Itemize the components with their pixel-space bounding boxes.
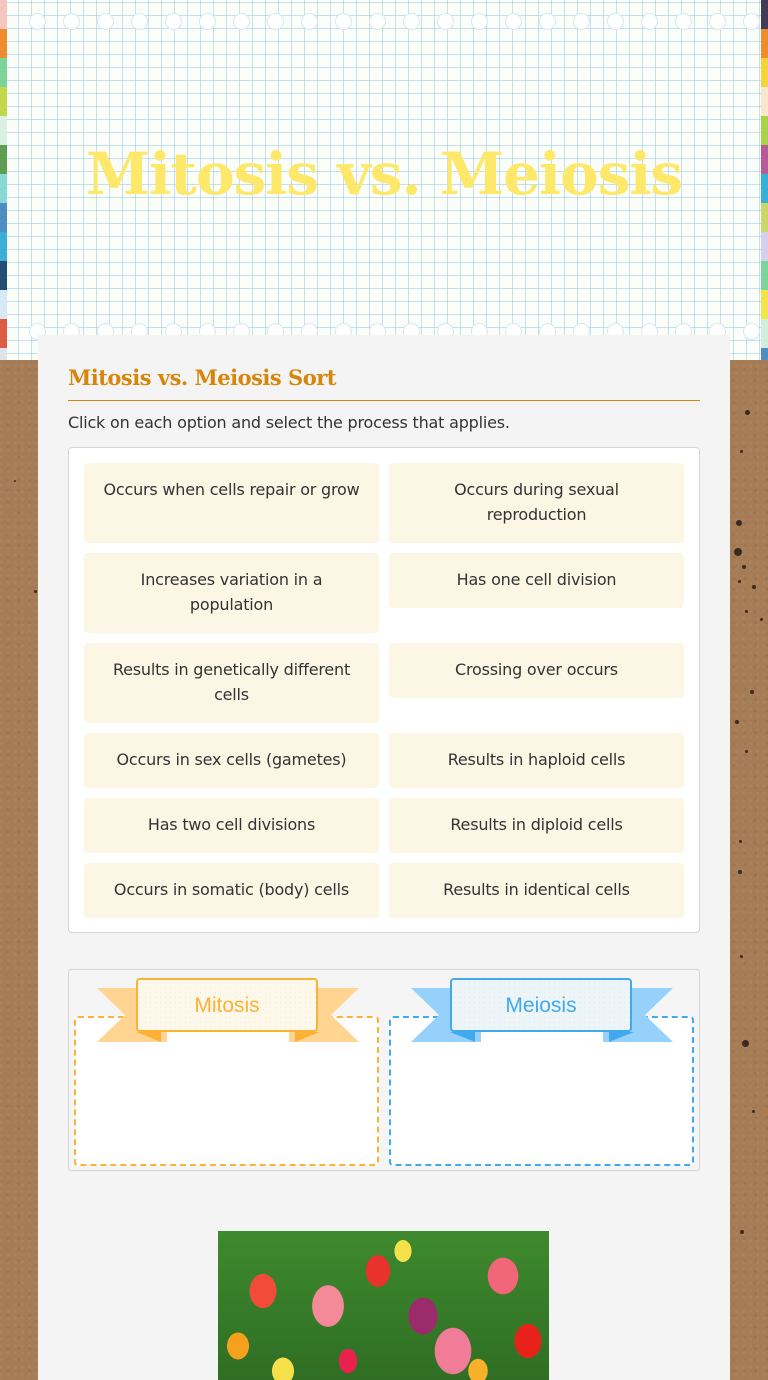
sort-categories-container: Mitosis Meiosis	[68, 969, 700, 1171]
option-card[interactable]: Increases variation in a population	[84, 553, 379, 633]
stripe-segment	[761, 290, 768, 319]
mitosis-ribbon: Mitosis	[97, 978, 359, 1044]
speckle	[740, 450, 743, 453]
option-card[interactable]: Occurs during sexual reproduction	[389, 463, 684, 543]
options-container: Occurs when cells repair or grow Occurs …	[68, 447, 700, 933]
option-label: Occurs in somatic (body) cells	[113, 880, 350, 899]
option-label: Occurs during sexual reproduction	[454, 480, 619, 524]
speckle	[736, 520, 742, 526]
binder-hole	[709, 13, 726, 30]
binder-hole	[607, 13, 624, 30]
stripe-segment	[761, 29, 768, 58]
option-label: Results in diploid cells	[450, 815, 623, 834]
speckle	[742, 1040, 749, 1047]
speckle	[734, 548, 742, 556]
option-card[interactable]: Has two cell divisions	[84, 798, 379, 853]
category-label-meiosis: Meiosis	[450, 978, 632, 1032]
binder-hole	[335, 13, 352, 30]
stripe-segment	[761, 87, 768, 116]
stripe-segment	[0, 58, 7, 87]
stripe-segment	[761, 348, 768, 360]
speckle	[34, 590, 37, 593]
binder-hole	[97, 13, 114, 30]
speckle	[739, 840, 742, 843]
binder-hole	[63, 13, 80, 30]
speckle	[745, 750, 748, 753]
binder-hole	[301, 13, 318, 30]
stripe-segment	[761, 232, 768, 261]
binder-hole	[29, 13, 46, 30]
binder-hole	[675, 13, 692, 30]
header-banner: Mitosis vs. Meiosis	[0, 0, 768, 360]
instructions-text: Click on each option and select the proc…	[68, 413, 510, 432]
binder-hole	[403, 13, 420, 30]
binder-hole	[471, 13, 488, 30]
speckle	[745, 610, 748, 613]
speckle	[738, 870, 742, 874]
category-label-mitosis: Mitosis	[136, 978, 318, 1032]
speckle	[752, 585, 756, 589]
option-label: Results in genetically different cells	[112, 660, 351, 704]
binder-hole	[369, 13, 386, 30]
option-card[interactable]: Results in diploid cells	[389, 798, 684, 853]
binder-hole	[437, 13, 454, 30]
option-label: Results in identical cells	[443, 880, 630, 899]
binder-hole	[743, 13, 760, 30]
binder-hole	[573, 13, 590, 30]
speckle	[760, 618, 763, 621]
stripe-segment	[0, 232, 7, 261]
binder-hole	[199, 13, 216, 30]
page-title: Mitosis vs. Meiosis	[85, 140, 683, 208]
binder-holes-top	[0, 13, 768, 33]
stripe-segment	[0, 290, 7, 319]
option-label: Crossing over occurs	[455, 660, 618, 679]
binder-hole	[641, 13, 658, 30]
meiosis-ribbon: Meiosis	[411, 978, 673, 1044]
stripe-segment	[761, 261, 768, 290]
worksheet-card: Mitosis vs. Meiosis Sort Click on each o…	[38, 335, 730, 1380]
stripe-segment	[761, 58, 768, 87]
section-title: Mitosis vs. Meiosis Sort	[68, 365, 700, 401]
option-card[interactable]: Crossing over occurs	[389, 643, 684, 698]
option-card[interactable]: Occurs in somatic (body) cells	[84, 863, 379, 918]
binder-hole	[539, 13, 556, 30]
option-label: Increases variation in a population	[140, 570, 323, 614]
speckle	[750, 690, 754, 694]
stripe-segment	[0, 261, 7, 290]
option-card[interactable]: Results in haploid cells	[389, 733, 684, 788]
stripe-segment	[0, 87, 7, 116]
option-label: Results in haploid cells	[447, 750, 626, 769]
binder-hole	[505, 13, 522, 30]
stripe-segment	[0, 348, 7, 360]
binder-hole	[743, 323, 760, 340]
option-card[interactable]: Results in identical cells	[389, 863, 684, 918]
speckle	[745, 410, 750, 415]
binder-hole	[131, 13, 148, 30]
speckle	[740, 1230, 744, 1234]
option-card[interactable]: Has one cell division	[389, 553, 684, 608]
stripe-segment	[0, 29, 7, 58]
option-label: Occurs in sex cells (gametes)	[116, 750, 347, 769]
speckle	[742, 565, 746, 569]
binder-hole	[267, 13, 284, 30]
speckle	[738, 580, 741, 583]
option-label: Has one cell division	[456, 570, 617, 589]
binder-hole	[233, 13, 250, 30]
speckle	[14, 480, 16, 482]
option-card[interactable]: Occurs when cells repair or grow	[84, 463, 379, 543]
binder-hole	[165, 13, 182, 30]
option-card[interactable]: Occurs in sex cells (gametes)	[84, 733, 379, 788]
speckle	[735, 720, 739, 724]
tulip-field-image	[218, 1231, 549, 1380]
speckle	[740, 955, 743, 958]
option-label: Occurs when cells repair or grow	[103, 480, 360, 499]
speckle	[752, 1110, 755, 1113]
option-card[interactable]: Results in genetically different cells	[84, 643, 379, 723]
option-label: Has two cell divisions	[147, 815, 316, 834]
